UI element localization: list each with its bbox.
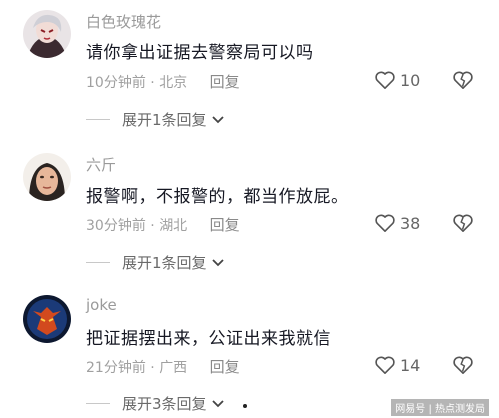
username[interactable]: 白色玫瑰花 [86,11,161,32]
page-dot [243,404,247,408]
expand-replies-button[interactable]: 展开1条回复 [86,109,225,130]
avatar[interactable] [23,153,71,201]
timestamp: 10分钟前 [86,75,146,91]
location: 湖北 [159,218,188,234]
dislike-button[interactable] [452,70,474,94]
expand-label: 展开1条回复 [122,111,207,129]
broken-heart-icon [453,71,473,89]
comment-meta: 30分钟前 · 湖北 回复 [86,214,240,235]
comment-text: 把证据摆出来，公证出来我就信 [86,329,331,349]
reply-button[interactable]: 回复 [210,73,240,91]
timestamp: 30分钟前 [86,218,146,234]
avatar[interactable] [23,295,71,343]
dislike-button[interactable] [452,355,474,379]
username[interactable]: 六斤 [86,154,116,175]
comment-text: 报警啊，不报警的，都当作放屁。 [86,187,349,207]
reply-button[interactable]: 回复 [210,358,240,376]
divider-line [86,119,110,120]
avatar[interactable] [23,10,71,58]
timestamp: 21分钟前 [86,360,146,376]
chevron-down-icon [211,115,224,123]
expand-label: 展开3条回复 [122,395,207,413]
broken-heart-icon [453,214,473,232]
divider-line [86,262,110,263]
heart-icon [375,356,395,374]
username[interactable]: joke [86,296,117,314]
comment-meta: 10分钟前 · 北京 回复 [86,71,240,92]
like-button[interactable]: 10 [374,70,420,90]
like-button[interactable]: 14 [374,355,420,375]
expand-replies-button[interactable]: 展开1条回复 [86,252,225,273]
separator: · [145,75,160,91]
location: 广西 [159,360,188,376]
comment-meta: 21分钟前 · 广西 回复 [86,356,240,377]
comment-text: 请你拿出证据去警察局可以吗 [86,43,314,63]
like-button[interactable]: 38 [374,213,420,233]
heart-icon [375,214,395,232]
like-count: 10 [400,70,421,90]
location: 北京 [159,75,188,91]
reply-button[interactable]: 回复 [210,216,240,234]
expand-label: 展开1条回复 [122,254,207,272]
chevron-down-icon [211,399,224,407]
heart-icon [375,71,395,89]
watermark: 网易号 | 热点测发局 [391,399,489,416]
divider-line [86,403,110,404]
like-count: 14 [400,355,421,375]
separator: · [145,360,160,376]
chevron-down-icon [211,258,224,266]
broken-heart-icon [453,356,473,374]
separator: · [145,218,160,234]
expand-replies-button[interactable]: 展开3条回复 [86,393,225,414]
like-count: 38 [400,213,421,233]
dislike-button[interactable] [452,213,474,237]
